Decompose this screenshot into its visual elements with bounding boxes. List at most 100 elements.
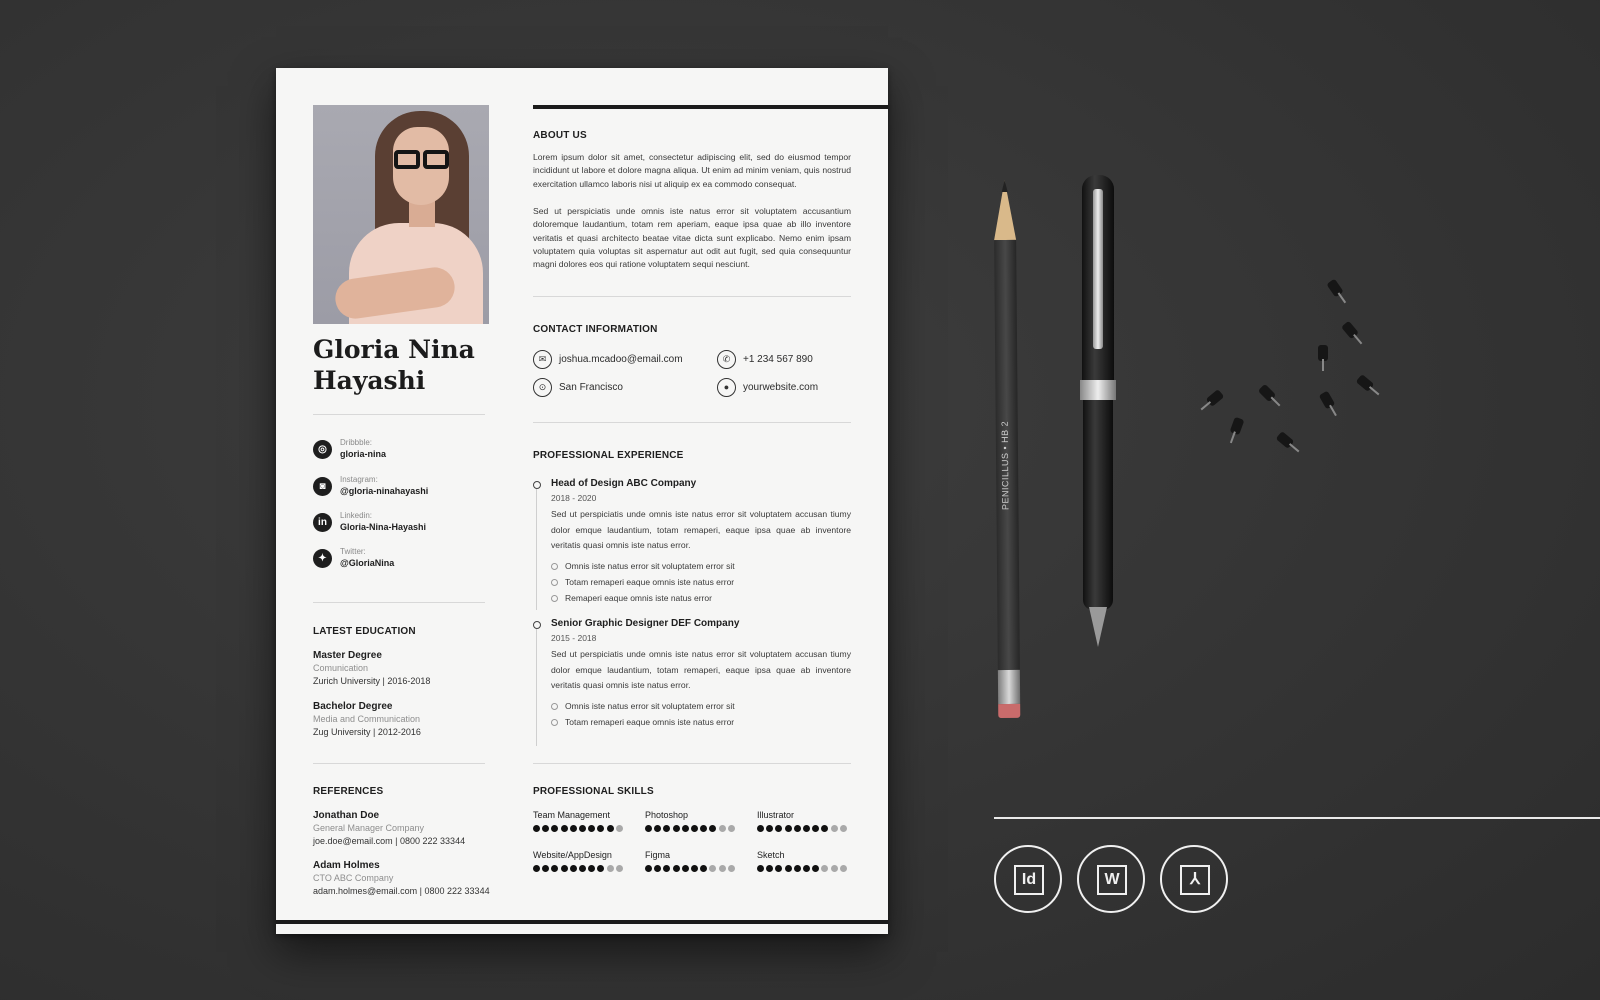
indesign-icon: Id xyxy=(1014,865,1044,895)
pdf-format-badge: ⅄ xyxy=(1160,845,1228,913)
top-accent-bar xyxy=(533,105,888,109)
rating-dot-empty xyxy=(830,825,838,832)
rating-dot-filled xyxy=(645,825,652,832)
rating-dot-filled xyxy=(606,825,614,832)
rating-dot-filled xyxy=(766,825,774,832)
job-title: Senior Graphic Designer DEF Company xyxy=(551,618,740,629)
rating-dot-filled xyxy=(597,865,605,872)
job-bullets: Omnis iste natus error sit voluptatem er… xyxy=(551,698,735,730)
rating-dot-empty xyxy=(718,865,726,872)
rating-dot-filled xyxy=(700,865,708,872)
skill-item: Website/AppDesign xyxy=(533,850,633,872)
skill-rating xyxy=(533,825,633,832)
location-text: San Francisco xyxy=(559,382,623,393)
rating-dot-filled xyxy=(533,825,540,832)
divider xyxy=(533,422,851,423)
skill-item: Illustrator xyxy=(757,810,857,832)
push-pin xyxy=(1229,416,1245,436)
rating-dot-filled xyxy=(663,865,671,872)
education-item: Bachelor Degree Media and Communication … xyxy=(313,700,503,739)
resume-page: Gloria Nina Hayashi ◎ Dribbble: gloria-n… xyxy=(276,68,888,934)
pencil-brand-text: PENICILLUS • HB 2 xyxy=(999,420,1011,511)
skill-name: Website/AppDesign xyxy=(533,850,612,860)
push-pin xyxy=(1318,345,1328,371)
rating-dot-filled xyxy=(597,825,605,832)
reference-item: Jonathan Doe General Manager Company joe… xyxy=(313,809,503,848)
rating-dot-filled xyxy=(775,865,783,872)
profile-photo xyxy=(313,105,489,324)
rating-dot-filled xyxy=(802,825,810,832)
instagram-icon: ◙ xyxy=(313,477,332,496)
job-description: Sed ut perspiciatis unde omnis iste natu… xyxy=(551,649,851,690)
social-linkedin: in Linkedin: Gloria-Nina-Hayashi xyxy=(313,511,493,541)
skill-item: Photoshop xyxy=(645,810,745,832)
reference-role: CTO ABC Company xyxy=(313,873,394,883)
rating-dot-filled xyxy=(700,825,708,832)
rating-dot-empty xyxy=(830,865,838,872)
rating-dot-filled xyxy=(757,865,764,872)
reference-item: Adam Holmes CTO ABC Company adam.holmes@… xyxy=(313,859,503,898)
experience-heading: PROFESSIONAL EXPERIENCE xyxy=(533,450,684,461)
push-pin xyxy=(1257,383,1277,403)
rating-dot-filled xyxy=(757,825,764,832)
divider xyxy=(313,602,485,603)
job-bullet: Totam remaperi eaque omnis iste natus er… xyxy=(551,574,735,590)
job-description: Sed ut perspiciatis unde omnis iste natu… xyxy=(551,509,851,550)
indesign-format-badge: Id xyxy=(994,845,1062,913)
skill-rating xyxy=(645,825,745,832)
rating-dot-filled xyxy=(578,825,586,832)
reference-contact: joe.doe@email.com | 0800 222 33344 xyxy=(313,836,466,846)
timeline-dot-icon xyxy=(533,621,541,629)
rating-dot-filled xyxy=(802,865,810,872)
email-text: joshua.mcadoo@email.com xyxy=(559,354,683,365)
skills-heading: PROFESSIONAL SKILLS xyxy=(533,786,654,797)
pencil: PENICILLUS • HB 2 xyxy=(993,179,1021,730)
school: Zug University | 2012-2016 xyxy=(313,727,421,737)
rating-dot-filled xyxy=(766,865,774,872)
push-pin xyxy=(1355,374,1375,392)
rating-dot-empty xyxy=(615,865,623,872)
rating-dot-filled xyxy=(812,825,820,832)
rating-dot-filled xyxy=(654,865,662,872)
social-dribbble: ◎ Dribbble: gloria-nina xyxy=(313,438,493,468)
rating-dot-empty xyxy=(839,825,847,832)
rating-dot-empty xyxy=(709,865,717,872)
job-years: 2015 - 2018 xyxy=(551,633,597,643)
skill-name: Team Management xyxy=(533,810,611,820)
job-bullet: Omnis iste natus error sit voluptatem er… xyxy=(551,558,735,574)
rating-dot-filled xyxy=(588,825,596,832)
rating-dot-filled xyxy=(551,865,559,872)
reference-role: General Manager Company xyxy=(313,823,425,833)
job-years: 2018 - 2020 xyxy=(551,493,597,503)
rating-dot-filled xyxy=(569,825,577,832)
rating-dot-empty xyxy=(821,865,829,872)
rating-dot-filled xyxy=(645,865,652,872)
job-bullet: Remaperi eaque omnis iste natus error xyxy=(551,590,735,606)
references-heading: REFERENCES xyxy=(313,786,384,797)
rating-dot-filled xyxy=(709,825,717,832)
job-title: Head of Design ABC Company xyxy=(551,478,697,489)
skill-name: Photoshop xyxy=(645,810,689,820)
candidate-name: Gloria Nina Hayashi xyxy=(313,334,513,396)
rating-dot-filled xyxy=(663,825,671,832)
word-icon: W xyxy=(1097,865,1127,895)
field: Comunication xyxy=(313,663,369,673)
rating-dot-filled xyxy=(542,865,550,872)
pen xyxy=(1078,175,1118,675)
rating-dot-filled xyxy=(775,825,783,832)
job-bullet: Omnis iste natus error sit voluptatem er… xyxy=(551,698,735,714)
divider xyxy=(533,296,851,297)
skill-rating xyxy=(757,865,857,872)
rating-dot-empty xyxy=(606,865,614,872)
skill-item: Team Management xyxy=(533,810,633,832)
phone-text: +1 234 567 890 xyxy=(743,354,813,365)
skill-rating xyxy=(645,865,745,872)
divider xyxy=(313,414,485,415)
education-item: Master Degree Comunication Zurich Univer… xyxy=(313,649,503,688)
bottom-accent-bar xyxy=(276,920,888,924)
push-pin xyxy=(1341,320,1359,340)
reference-name: Jonathan Doe xyxy=(313,810,380,821)
job-bullet: Totam remaperi eaque omnis iste natus er… xyxy=(551,714,735,730)
rating-dot-filled xyxy=(569,865,577,872)
rating-dot-empty xyxy=(718,825,726,832)
